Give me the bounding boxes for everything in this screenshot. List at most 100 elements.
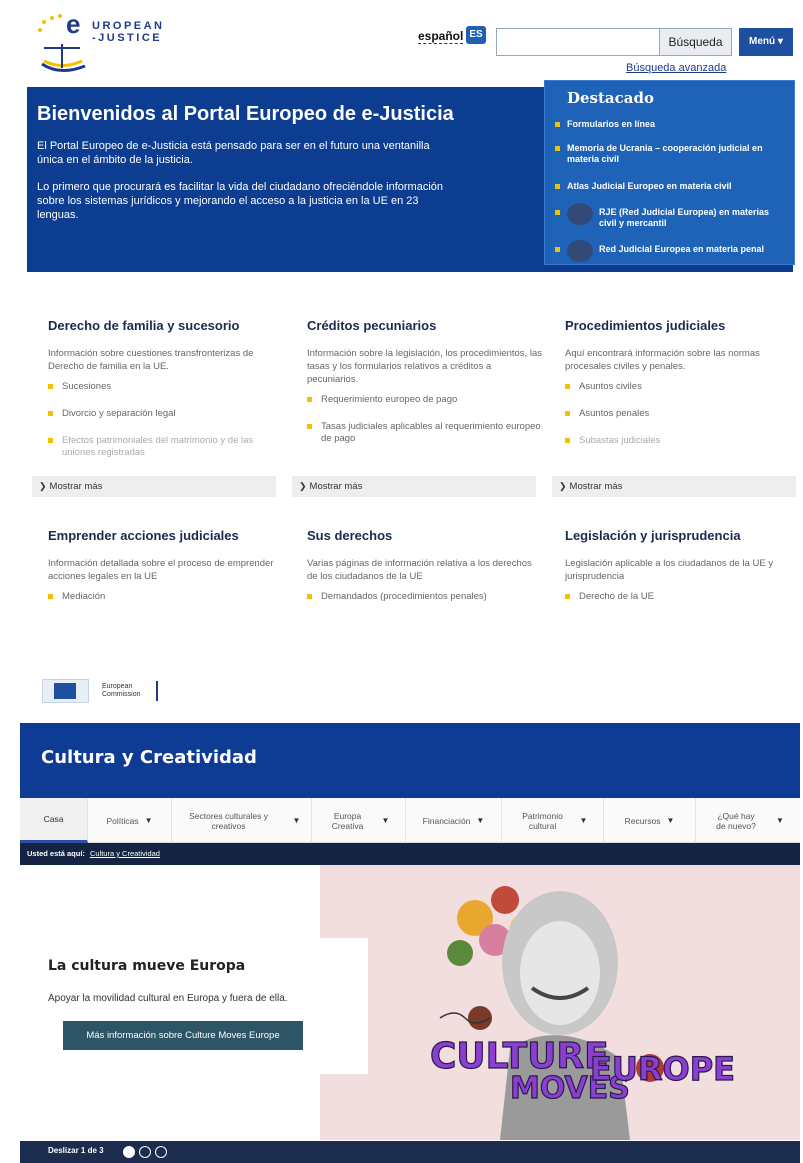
- show-more-label: Mostrar más: [569, 481, 623, 492]
- slide-dot-active[interactable]: [123, 1146, 135, 1158]
- topic-card-money-claims: Créditos pecuniarios Información sobre l…: [307, 318, 544, 460]
- topic-description: Información sobre cuestiones transfronte…: [48, 348, 254, 372]
- chevron-down-icon: ❯: [299, 481, 307, 491]
- nav-item-policies[interactable]: Políticas ▼: [88, 798, 172, 843]
- nav-label: Políticas: [106, 815, 139, 826]
- topic-link[interactable]: Subastas judiciales: [565, 435, 802, 447]
- language-code-badge[interactable]: ES: [466, 26, 486, 44]
- featured-item-label: Memoria de Ucrania – cooperación judicia…: [567, 143, 763, 164]
- network-icon: [567, 240, 593, 262]
- featured-item-label: Red Judicial Europea en materia penal: [599, 244, 765, 254]
- poster-word-europe: EUROPE: [590, 1050, 735, 1088]
- featured-item-label: Formularios en línea: [567, 119, 656, 129]
- nav-label: Recursos: [624, 815, 661, 826]
- site-title[interactable]: Cultura y Creatividad: [41, 747, 257, 768]
- show-more-label: Mostrar más: [49, 481, 103, 492]
- nav-item-funding[interactable]: Financiación ▼: [406, 798, 502, 843]
- hero-paragraph-1: El Portal Europeo de e-Justicia está pen…: [37, 140, 430, 166]
- topic-link[interactable]: Asuntos penales: [565, 408, 802, 420]
- slider-label: Deslizar 1 de 3: [48, 1146, 104, 1155]
- show-more-button[interactable]: ❯ Mostrar más: [552, 476, 796, 497]
- nav-item-resources[interactable]: Recursos ▼: [604, 798, 696, 843]
- advanced-search-link[interactable]: Búsqueda avanzada: [626, 62, 726, 74]
- topic-description: Información detallada sobre el proceso d…: [48, 558, 274, 582]
- topic-link[interactable]: Sucesiones: [48, 381, 285, 393]
- nav-label: Patrimonio cultural: [522, 810, 563, 831]
- topic-card-judicial-procedures: Procedimientos judiciales Aquí encontrar…: [565, 318, 802, 462]
- caret-down-icon: ▼: [579, 815, 588, 825]
- featured-item[interactable]: Formularios en línea: [555, 119, 787, 130]
- menu-label: Menú: [749, 36, 776, 47]
- topic-link[interactable]: Demandados (procedimientos penales): [307, 591, 544, 603]
- ec-logo-line-2: Commission: [102, 691, 141, 698]
- featured-item-label: Atlas Judicial Europeo en materia civil: [567, 181, 732, 191]
- nav-item-heritage[interactable]: Patrimonio cultural ▼: [502, 798, 604, 843]
- featured-item[interactable]: Atlas Judicial Europeo en materia civil: [555, 181, 787, 192]
- chevron-down-icon: ❯: [559, 481, 567, 491]
- menu-button[interactable]: Menú ▾: [739, 28, 793, 56]
- main-navigation: Casa Políticas ▼ Sectores culturales y cr…: [20, 798, 800, 843]
- logo-line-2: -JUSTICE: [92, 32, 163, 44]
- breadcrumb-label: Usted está aquí:: [27, 849, 85, 858]
- featured-panel: Destacado Formularios en línea Memoria d…: [544, 80, 795, 265]
- topic-title[interactable]: Derecho de familia y sucesorio: [48, 318, 285, 333]
- featured-item[interactable]: RJE (Red Judicial Europea) en materias c…: [555, 203, 787, 229]
- caret-down-icon: ▼: [381, 815, 390, 825]
- topic-description: Legislación aplicable a los ciudadanos d…: [565, 558, 774, 582]
- caret-down-icon: ▼: [476, 815, 485, 825]
- topic-title[interactable]: Procedimientos judiciales: [565, 318, 802, 333]
- topic-link[interactable]: Mediación: [48, 591, 285, 603]
- topic-card-legislation: Legislación y jurisprudencia Legislación…: [565, 528, 802, 618]
- nav-item-home[interactable]: Casa: [20, 798, 88, 843]
- slider-controls: Deslizar 1 de 3: [20, 1141, 800, 1163]
- site-header-band: Cultura y Creatividad: [20, 723, 800, 798]
- search-button[interactable]: Búsqueda: [659, 28, 732, 56]
- chevron-down-icon: ❯: [39, 481, 47, 491]
- caret-down-icon: ▼: [666, 815, 675, 825]
- featured-item[interactable]: Red Judicial Europea en materia penal: [555, 240, 787, 262]
- topic-title[interactable]: Créditos pecuniarios: [307, 318, 544, 333]
- topic-card-family-law: Derecho de familia y sucesorio Informaci…: [48, 318, 285, 474]
- topic-link[interactable]: Efectos patrimoniales del matrimonio y d…: [48, 435, 285, 459]
- nav-label: ¿Qué hay de nuevo?: [716, 810, 756, 831]
- caret-down-icon: ▼: [292, 815, 301, 825]
- culture-moves-europe-poster: CULTURE MOVES EUROPE: [429, 886, 736, 1140]
- featured-item[interactable]: Memoria de Ucrania – cooperación judicia…: [555, 143, 787, 165]
- topic-description: Varias páginas de información relativa a…: [307, 558, 532, 582]
- culture-moves-europe-button[interactable]: Más información sobre Culture Moves Euro…: [63, 1021, 303, 1050]
- slide-text: Apoyar la movilidad cultural en Europa y…: [48, 993, 288, 1004]
- nav-item-whats-new[interactable]: ¿Qué hay de nuevo? ▼: [696, 798, 800, 843]
- topic-link[interactable]: Divorcio y separación legal: [48, 408, 285, 420]
- show-more-button[interactable]: ❯ Mostrar más: [32, 476, 276, 497]
- hero-paragraph-2: Lo primero que procurará es facilitar la…: [37, 181, 444, 221]
- breadcrumb-link[interactable]: Cultura y Creatividad: [90, 849, 160, 858]
- nav-label: Financiación: [422, 815, 471, 826]
- logo-line-1: UROPEAN: [92, 20, 165, 32]
- featured-title: Destacado: [567, 89, 654, 107]
- nav-label: Casa: [43, 814, 64, 824]
- nav-item-creative-europe[interactable]: Europa Creativa ▼: [312, 798, 406, 843]
- topic-link[interactable]: Asuntos civiles: [565, 381, 802, 393]
- topic-title[interactable]: Sus derechos: [307, 528, 544, 543]
- logo-initial: e: [66, 9, 81, 39]
- show-more-label: Mostrar más: [309, 481, 363, 492]
- topic-description: Aquí encontrará información sobre las no…: [565, 348, 760, 372]
- topic-title[interactable]: Emprender acciones judiciales: [48, 528, 285, 543]
- show-more-button[interactable]: ❯ Mostrar más: [292, 476, 536, 497]
- nav-item-sectors[interactable]: Sectores culturales y creativos ▼: [172, 798, 312, 843]
- topic-link[interactable]: Tasas judiciales aplicables al requerimi…: [307, 421, 544, 445]
- european-commission-logo[interactable]: European Commission: [42, 679, 162, 703]
- ec-logo-line-1: European: [102, 683, 133, 690]
- globe-icon: [567, 203, 593, 225]
- slide-dot[interactable]: [155, 1146, 167, 1158]
- language-selector[interactable]: español: [418, 29, 464, 44]
- chevron-down-icon: ▾: [777, 36, 783, 47]
- topic-link[interactable]: Derecho de la UE: [565, 591, 802, 603]
- caret-down-icon: ▼: [144, 815, 153, 825]
- page-title: Bienvenidos al Portal Europeo de e-Justi…: [37, 103, 454, 125]
- topic-link[interactable]: Requerimiento europeo de pago: [307, 394, 544, 406]
- caret-down-icon: ▼: [776, 815, 784, 825]
- topic-title[interactable]: Legislación y jurisprudencia: [565, 528, 802, 543]
- slide-dot[interactable]: [139, 1146, 151, 1158]
- ejustice-logo[interactable]: e UROPEAN -JUSTICE: [30, 6, 162, 76]
